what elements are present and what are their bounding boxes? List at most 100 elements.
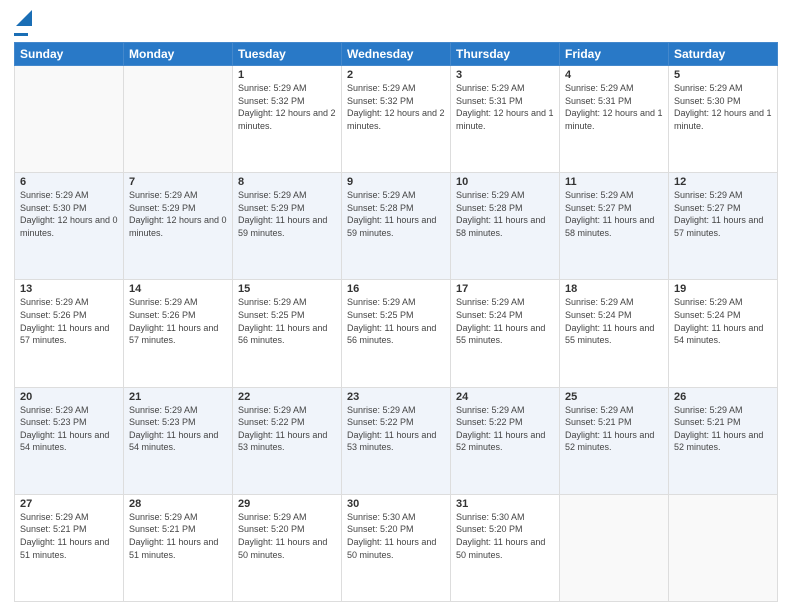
day-info: Sunrise: 5:29 AM Sunset: 5:24 PM Dayligh… (674, 296, 772, 346)
day-number: 28 (129, 498, 227, 510)
day-number: 6 (20, 176, 118, 188)
week-row-5: 27Sunrise: 5:29 AM Sunset: 5:21 PM Dayli… (15, 494, 778, 601)
day-info: Sunrise: 5:29 AM Sunset: 5:22 PM Dayligh… (238, 404, 336, 454)
day-number: 18 (565, 283, 663, 295)
day-number: 8 (238, 176, 336, 188)
day-cell: 27Sunrise: 5:29 AM Sunset: 5:21 PM Dayli… (15, 494, 124, 601)
day-number: 9 (347, 176, 445, 188)
day-number: 20 (20, 391, 118, 403)
day-info: Sunrise: 5:29 AM Sunset: 5:21 PM Dayligh… (674, 404, 772, 454)
day-info: Sunrise: 5:29 AM Sunset: 5:26 PM Dayligh… (129, 296, 227, 346)
logo-icon (16, 10, 32, 26)
col-saturday: Saturday (669, 43, 778, 66)
day-number: 26 (674, 391, 772, 403)
day-cell: 22Sunrise: 5:29 AM Sunset: 5:22 PM Dayli… (233, 387, 342, 494)
day-number: 3 (456, 69, 554, 81)
day-cell: 29Sunrise: 5:29 AM Sunset: 5:20 PM Dayli… (233, 494, 342, 601)
day-number: 2 (347, 69, 445, 81)
day-info: Sunrise: 5:30 AM Sunset: 5:20 PM Dayligh… (347, 511, 445, 561)
day-cell: 30Sunrise: 5:30 AM Sunset: 5:20 PM Dayli… (342, 494, 451, 601)
day-cell: 16Sunrise: 5:29 AM Sunset: 5:25 PM Dayli… (342, 280, 451, 387)
day-number: 13 (20, 283, 118, 295)
day-number: 30 (347, 498, 445, 510)
day-cell: 7Sunrise: 5:29 AM Sunset: 5:29 PM Daylig… (124, 173, 233, 280)
day-cell: 13Sunrise: 5:29 AM Sunset: 5:26 PM Dayli… (15, 280, 124, 387)
day-info: Sunrise: 5:29 AM Sunset: 5:30 PM Dayligh… (20, 189, 118, 239)
week-row-2: 6Sunrise: 5:29 AM Sunset: 5:30 PM Daylig… (15, 173, 778, 280)
day-cell: 25Sunrise: 5:29 AM Sunset: 5:21 PM Dayli… (560, 387, 669, 494)
day-number: 31 (456, 498, 554, 510)
day-number: 29 (238, 498, 336, 510)
day-number: 1 (238, 69, 336, 81)
day-number: 15 (238, 283, 336, 295)
day-cell (15, 66, 124, 173)
col-friday: Friday (560, 43, 669, 66)
day-number: 22 (238, 391, 336, 403)
day-cell: 20Sunrise: 5:29 AM Sunset: 5:23 PM Dayli… (15, 387, 124, 494)
day-number: 27 (20, 498, 118, 510)
calendar-table: Sunday Monday Tuesday Wednesday Thursday… (14, 42, 778, 602)
day-cell: 6Sunrise: 5:29 AM Sunset: 5:30 PM Daylig… (15, 173, 124, 280)
day-info: Sunrise: 5:29 AM Sunset: 5:29 PM Dayligh… (129, 189, 227, 239)
week-row-3: 13 Sunrise: 5:29 AM Sunset: 5:26 PM Dayli… (15, 280, 778, 387)
day-info: Sunrise: 5:29 AM Sunset: 5:25 PM Dayligh… (238, 296, 336, 346)
day-cell (124, 66, 233, 173)
day-cell: 5Sunrise: 5:29 AM Sunset: 5:30 PM Daylig… (669, 66, 778, 173)
day-number: 10 (456, 176, 554, 188)
day-info: Sunrise: 5:29 AM Sunset: 5:21 PM Dayligh… (20, 511, 118, 561)
day-info: Sunrise: 5:29 AM Sunset: 5:31 PM Dayligh… (456, 82, 554, 132)
col-sunday: Sunday (15, 43, 124, 66)
day-number: 14 (129, 283, 227, 295)
header-row: Sunday Monday Tuesday Wednesday Thursday… (15, 43, 778, 66)
day-info: Sunrise: 5:29 AM Sunset: 5:22 PM Dayligh… (456, 404, 554, 454)
col-wednesday: Wednesday (342, 43, 451, 66)
day-cell: 21Sunrise: 5:29 AM Sunset: 5:23 PM Dayli… (124, 387, 233, 494)
day-cell: 24Sunrise: 5:29 AM Sunset: 5:22 PM Dayli… (451, 387, 560, 494)
day-info: Sunrise: 5:29 AM Sunset: 5:28 PM Dayligh… (347, 189, 445, 239)
day-number: 5 (674, 69, 772, 81)
day-number: 24 (456, 391, 554, 403)
day-cell: 17Sunrise: 5:29 AM Sunset: 5:24 PM Dayli… (451, 280, 560, 387)
day-info: Sunrise: 5:29 AM Sunset: 5:23 PM Dayligh… (129, 404, 227, 454)
day-info: Sunrise: 5:29 AM Sunset: 5:22 PM Dayligh… (347, 404, 445, 454)
day-info: Sunrise: 5:30 AM Sunset: 5:20 PM Dayligh… (456, 511, 554, 561)
day-info: Sunrise: 5:29 AM Sunset: 5:32 PM Dayligh… (347, 82, 445, 132)
day-cell: 10Sunrise: 5:29 AM Sunset: 5:28 PM Dayli… (451, 173, 560, 280)
header (14, 10, 778, 36)
logo (14, 10, 32, 36)
day-number: 17 (456, 283, 554, 295)
day-number: 7 (129, 176, 227, 188)
day-cell (560, 494, 669, 601)
day-info: Sunrise: 5:29 AM Sunset: 5:21 PM Dayligh… (129, 511, 227, 561)
day-number: 4 (565, 69, 663, 81)
day-cell: 9Sunrise: 5:29 AM Sunset: 5:28 PM Daylig… (342, 173, 451, 280)
day-cell: 18Sunrise: 5:29 AM Sunset: 5:24 PM Dayli… (560, 280, 669, 387)
day-info: Sunrise: 5:29 AM Sunset: 5:24 PM Dayligh… (456, 296, 554, 346)
day-info: Sunrise: 5:29 AM Sunset: 5:32 PM Dayligh… (238, 82, 336, 132)
day-number: 21 (129, 391, 227, 403)
day-number: 19 (674, 283, 772, 295)
day-number: 12 (674, 176, 772, 188)
day-cell: 19Sunrise: 5:29 AM Sunset: 5:24 PM Dayli… (669, 280, 778, 387)
col-thursday: Thursday (451, 43, 560, 66)
day-cell: 8Sunrise: 5:29 AM Sunset: 5:29 PM Daylig… (233, 173, 342, 280)
col-monday: Monday (124, 43, 233, 66)
col-tuesday: Tuesday (233, 43, 342, 66)
day-cell: 23Sunrise: 5:29 AM Sunset: 5:22 PM Dayli… (342, 387, 451, 494)
day-cell: 15Sunrise: 5:29 AM Sunset: 5:25 PM Dayli… (233, 280, 342, 387)
logo-underline (14, 33, 28, 36)
day-cell: 2Sunrise: 5:29 AM Sunset: 5:32 PM Daylig… (342, 66, 451, 173)
day-cell: 4Sunrise: 5:29 AM Sunset: 5:31 PM Daylig… (560, 66, 669, 173)
day-info: Sunrise: 5:29 AM Sunset: 5:30 PM Dayligh… (674, 82, 772, 132)
day-cell (669, 494, 778, 601)
day-info: Sunrise: 5:29 AM Sunset: 5:31 PM Dayligh… (565, 82, 663, 132)
day-info: Sunrise: 5:29 AM Sunset: 5:27 PM Dayligh… (674, 189, 772, 239)
day-cell: 28Sunrise: 5:29 AM Sunset: 5:21 PM Dayli… (124, 494, 233, 601)
day-cell: 26Sunrise: 5:29 AM Sunset: 5:21 PM Dayli… (669, 387, 778, 494)
day-cell: 12Sunrise: 5:29 AM Sunset: 5:27 PM Dayli… (669, 173, 778, 280)
day-cell: 3Sunrise: 5:29 AM Sunset: 5:31 PM Daylig… (451, 66, 560, 173)
day-info: Sunrise: 5:29 AM Sunset: 5:29 PM Dayligh… (238, 189, 336, 239)
day-number: 11 (565, 176, 663, 188)
day-cell: 14Sunrise: 5:29 AM Sunset: 5:26 PM Dayli… (124, 280, 233, 387)
day-cell: 11Sunrise: 5:29 AM Sunset: 5:27 PM Dayli… (560, 173, 669, 280)
